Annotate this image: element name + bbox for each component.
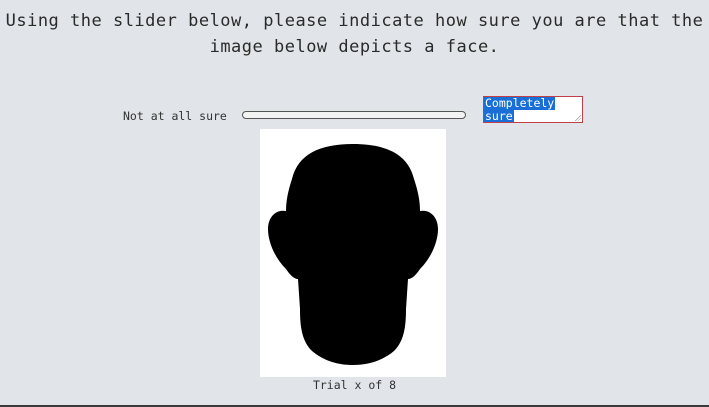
slider-right-label-line-1: Completely: [484, 96, 556, 110]
confidence-slider[interactable]: [242, 111, 466, 119]
instructions: Using the slider below, please indicate …: [0, 8, 709, 60]
slider-right-label-line-2: sure: [484, 109, 514, 123]
slider-right-label-textarea[interactable]: Completely sure: [483, 96, 583, 123]
face-silhouette-icon: [268, 144, 438, 365]
stimulus-image: [260, 129, 446, 377]
slider-left-label: Not at all sure: [123, 109, 227, 123]
instructions-line-2: image below depicts a face.: [209, 37, 500, 57]
resize-grip-icon[interactable]: [574, 114, 581, 121]
trial-counter: Trial x of 8: [312, 378, 397, 392]
instructions-line-1: Using the slider below, please indicate …: [5, 11, 704, 31]
slider-row: Not at all sure Completely sure: [0, 96, 709, 126]
